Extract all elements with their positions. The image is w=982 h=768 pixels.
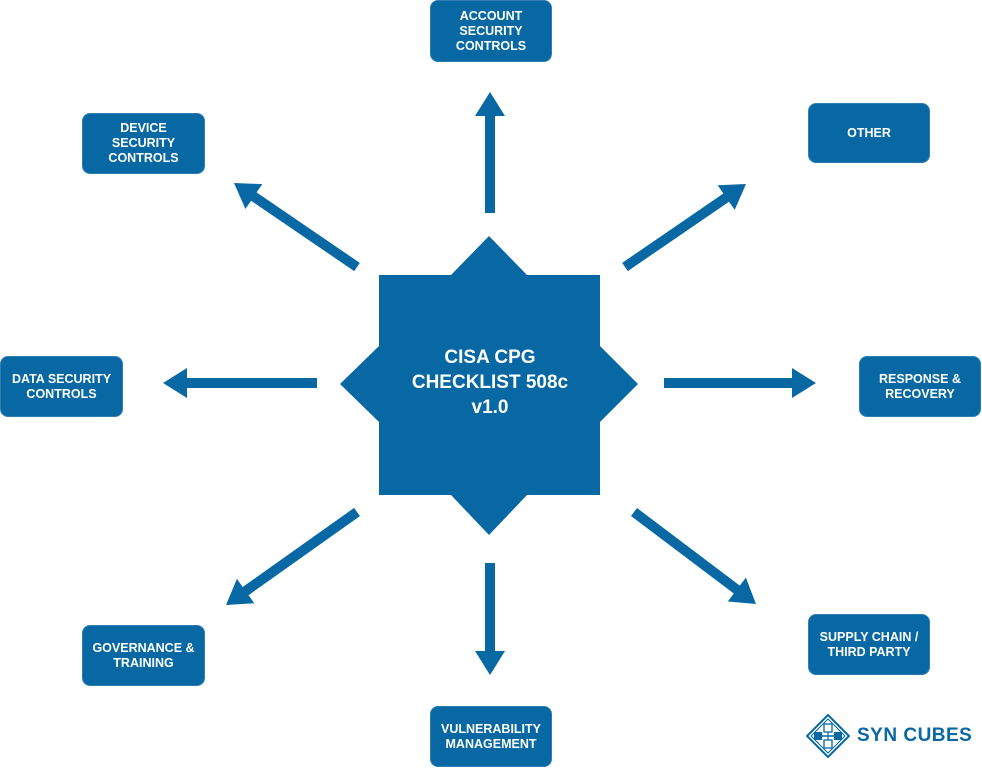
node-vulnerability-management[interactable]: VULNERABILITY MANAGEMENT: [430, 706, 552, 767]
center-title-line-3: v1.0: [471, 397, 509, 418]
arrow-to-device-security-controls: [234, 183, 360, 272]
center-title-line-2: CHECKLIST 508c: [411, 372, 569, 393]
center-title: CISA CPG CHECKLIST 508c v1.0: [380, 345, 600, 420]
arrow-to-other: [622, 184, 746, 272]
arrow-to-response-recovery: [664, 368, 816, 398]
arrow-to-supply-chain-third-party: [631, 508, 756, 604]
node-device-security-controls[interactable]: DEVICE SECURITY CONTROLS: [82, 113, 205, 174]
arrow-to-account-security-controls: [475, 92, 505, 213]
node-account-security-controls[interactable]: ACCOUNT SECURITY CONTROLS: [430, 0, 552, 62]
syn-cubes-diamond-logo-icon: [806, 714, 850, 758]
node-other[interactable]: OTHER: [808, 103, 930, 163]
center-title-line-1: CISA CPG: [444, 347, 536, 368]
arrow-to-vulnerability-management: [475, 563, 505, 675]
arrow-to-governance-training: [226, 507, 360, 605]
syn-cubes-logo: SYN CUBES: [806, 711, 972, 761]
node-response-recovery[interactable]: RESPONSE & RECOVERY: [859, 356, 981, 417]
node-data-security-controls[interactable]: DATA SECURITY CONTROLS: [0, 356, 123, 417]
node-supply-chain-third-party[interactable]: SUPPLY CHAIN / THIRD PARTY: [808, 614, 930, 675]
logo-text: SYN CUBES: [857, 725, 973, 746]
arrow-to-data-security-controls: [163, 368, 317, 398]
node-governance-training[interactable]: GOVERNANCE & TRAINING: [82, 625, 205, 686]
